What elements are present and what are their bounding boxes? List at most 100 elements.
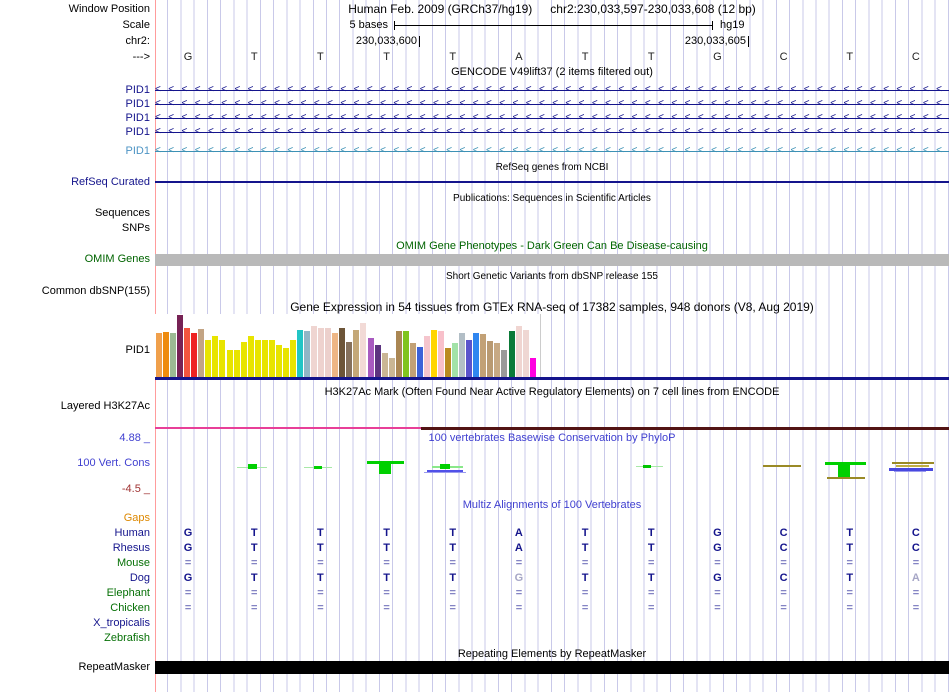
alignment-cell: T	[581, 527, 589, 539]
alignment-cell: =	[449, 557, 456, 569]
alignment-cell: =	[515, 602, 523, 614]
base-letter: G	[183, 51, 193, 63]
alignment-cell: =	[184, 557, 192, 569]
gencode-transcript[interactable]: <<<<<<<<<<<<<<<<<<<<<<<<<<<<<<<<<<<<<<<<…	[155, 85, 949, 95]
multiz-title[interactable]: Multiz Alignments of 100 Vertebrates	[155, 499, 949, 511]
alignment-cell: =	[581, 557, 589, 569]
gtex-bar	[212, 336, 219, 377]
gencode-transcript[interactable]: <<<<<<<<<<<<<<<<<<<<<<<<<<<<<<<<<<<<<<<<…	[155, 146, 949, 156]
repeatmasker-bar[interactable]	[155, 661, 949, 674]
gtex-bar	[480, 334, 487, 377]
alignment-cell: =	[251, 587, 258, 599]
transcript-direction-arrows: <<<<<<<<<<<<<<<<<<<<<<<<<<<<<<<<<<<<<<<<…	[155, 127, 949, 137]
alignment-cell: G	[183, 572, 193, 584]
gencode-item-label[interactable]: PID1	[0, 98, 150, 111]
alignment-cell: T	[317, 572, 324, 584]
species-label-rhesus[interactable]: Rhesus	[0, 542, 150, 555]
gencode-title[interactable]: GENCODE V49lift37 (2 items filtered out)	[155, 66, 949, 78]
dbsnp-title[interactable]: Short Genetic Variants from dbSNP releas…	[155, 271, 949, 283]
gencode-item-label[interactable]: PID1	[0, 112, 150, 125]
alignment-cell: T	[317, 527, 324, 539]
gencode-transcript[interactable]: <<<<<<<<<<<<<<<<<<<<<<<<<<<<<<<<<<<<<<<<…	[155, 99, 949, 109]
coordinate-left-tick	[419, 36, 420, 47]
species-label-gaps[interactable]: Gaps	[0, 512, 150, 525]
gencode-transcript[interactable]: <<<<<<<<<<<<<<<<<<<<<<<<<<<<<<<<<<<<<<<<…	[155, 113, 949, 123]
gtex-bar	[261, 340, 268, 377]
gtex-bar	[430, 330, 437, 377]
species-label-elephant[interactable]: Elephant	[0, 587, 150, 600]
alignment-cell: T	[317, 542, 324, 554]
alignment-cell: =	[383, 587, 390, 599]
omim-genes-label[interactable]: OMIM Genes	[0, 253, 150, 266]
gencode-item-label[interactable]: PID1	[0, 145, 150, 158]
gtex-bar	[268, 340, 275, 377]
alignment-cell: =	[846, 587, 853, 599]
sequences-label[interactable]: Sequences	[0, 207, 150, 220]
gencode-item-label[interactable]: PID1	[0, 84, 150, 97]
conservation-label[interactable]: 100 Vert. Cons	[0, 457, 150, 470]
scale-ruler	[394, 25, 712, 26]
dbsnp-label[interactable]: Common dbSNP(155)	[0, 285, 150, 298]
species-label-human[interactable]: Human	[0, 527, 150, 540]
alignment-cell: =	[184, 602, 192, 614]
alignment-cell: =	[912, 602, 920, 614]
conservation-mark	[892, 462, 934, 464]
alignment-cell: T	[250, 527, 258, 539]
gtex-track-label[interactable]: PID1	[0, 344, 150, 357]
refseq-curated-label[interactable]: RefSeq Curated	[0, 176, 150, 189]
gtex-bar	[494, 343, 501, 377]
h3k27ac-label[interactable]: Layered H3K27Ac	[0, 400, 150, 413]
repeatmasker-label[interactable]: RepeatMasker	[0, 661, 150, 674]
snps-label[interactable]: SNPs	[0, 222, 150, 235]
conservation-mark	[827, 477, 865, 479]
alignment-cell: =	[648, 602, 655, 614]
species-label-zebrafish[interactable]: Zebrafish	[0, 632, 150, 645]
conservation-mark	[838, 465, 850, 477]
refseq-track-line[interactable]	[155, 181, 949, 183]
gtex-bar	[395, 331, 402, 377]
gtex-title[interactable]: Gene Expression in 54 tissues from GTEx …	[155, 301, 949, 313]
conservation-mark	[894, 471, 926, 472]
alignment-cell: =	[780, 602, 787, 614]
gtex-bar	[522, 330, 529, 377]
species-label-chicken[interactable]: Chicken	[0, 602, 150, 615]
alignment-cell: T	[647, 542, 655, 554]
gtex-bar	[233, 350, 240, 377]
alignment-cell: =	[383, 602, 390, 614]
alignment-cell: =	[648, 557, 655, 569]
repeatmasker-title[interactable]: Repeating Elements by RepeatMasker	[155, 648, 949, 660]
genome-browser-image: Human Feb. 2009 (GRCh37/hg19) chr2:230,03…	[0, 0, 950, 692]
gtex-bar	[297, 330, 303, 377]
conservation-mark	[643, 465, 651, 468]
alignment-cell: A	[514, 527, 523, 539]
gtex-bar	[459, 333, 466, 377]
alignment-cell: =	[846, 557, 853, 569]
refseq-title[interactable]: RefSeq genes from NCBI	[155, 162, 949, 174]
gencode-item-label[interactable]: PID1	[0, 126, 150, 139]
gtex-bar	[191, 333, 198, 377]
alignment-cell: T	[250, 572, 258, 584]
gtex-bar	[381, 353, 388, 377]
gtex-bar	[240, 342, 247, 377]
gtex-baseline	[155, 377, 949, 380]
gencode-transcript[interactable]: <<<<<<<<<<<<<<<<<<<<<<<<<<<<<<<<<<<<<<<<…	[155, 127, 949, 137]
conservation-title[interactable]: 100 vertebrates Basewise Conservation by…	[155, 432, 949, 444]
strand-arrow: --->	[132, 51, 150, 63]
gtex-bar	[311, 326, 318, 377]
h3k27ac-title[interactable]: H3K27Ac Mark (Often Found Near Active Re…	[155, 386, 949, 398]
alignment-cell: =	[648, 587, 655, 599]
alignment-cell: G	[713, 572, 722, 584]
base-letter: C	[911, 51, 920, 63]
gtex-bar	[529, 358, 536, 377]
base-letter: A	[515, 51, 523, 63]
conservation-mark	[896, 465, 929, 467]
omim-track-bar[interactable]	[155, 254, 949, 266]
publications-title[interactable]: Publications: Sequences in Scientific Ar…	[155, 193, 949, 205]
omim-title[interactable]: OMIM Gene Phenotypes - Dark Green Can Be…	[155, 240, 949, 252]
species-label-dog[interactable]: Dog	[0, 572, 150, 585]
species-label-x_tropicalis[interactable]: X_tropicalis	[0, 617, 150, 630]
alignment-cell: C	[779, 542, 788, 554]
gtex-bar	[409, 343, 416, 377]
species-label-mouse[interactable]: Mouse	[0, 557, 150, 570]
gtex-bar	[515, 326, 522, 377]
